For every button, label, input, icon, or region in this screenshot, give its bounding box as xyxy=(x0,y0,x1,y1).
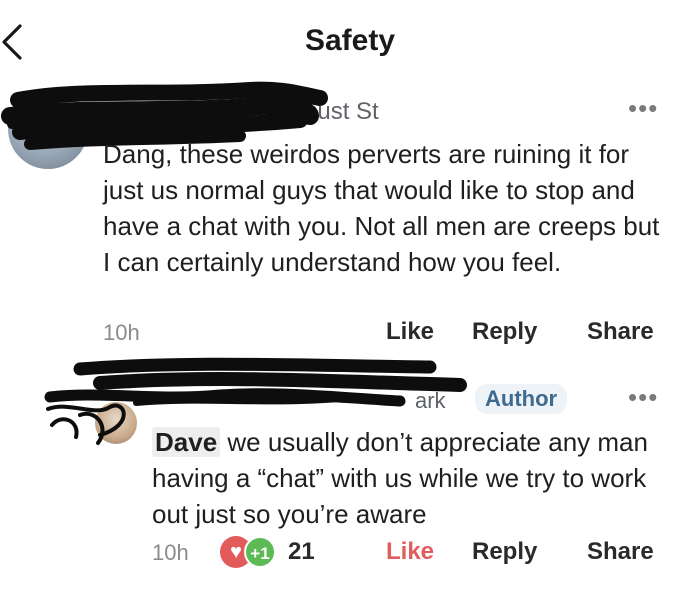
user-mention[interactable]: Dave xyxy=(152,427,221,457)
plus-one-reaction-icon: +1 xyxy=(244,536,276,568)
share-button[interactable]: Share xyxy=(587,538,654,566)
comment-timestamp: 10h xyxy=(103,320,140,345)
comment-author[interactable]: ocust St xyxy=(292,98,379,126)
avatar[interactable] xyxy=(95,402,137,444)
avatar[interactable] xyxy=(8,89,88,169)
comment-author[interactable]: ark xyxy=(415,388,446,414)
reply-button[interactable]: Reply xyxy=(472,538,537,566)
reply-button[interactable]: Reply xyxy=(472,318,537,346)
comment-actions: 10h Like Reply Share xyxy=(0,536,700,570)
comment-actions: 10h Like Reply Share xyxy=(0,318,700,348)
comment-text: Dang, these weirdos perverts are ruining… xyxy=(103,139,660,277)
more-options-icon[interactable]: ••• xyxy=(628,93,658,124)
comment-body: we usually don’t appreciate any man havi… xyxy=(152,427,648,529)
like-button[interactable]: Like xyxy=(386,318,434,346)
page-title: Safety xyxy=(304,24,396,57)
comment-timestamp: 10h xyxy=(152,540,189,565)
more-options-icon[interactable]: ••• xyxy=(628,382,658,413)
reaction-count: 21 xyxy=(288,538,315,565)
page-header: Safety xyxy=(0,0,700,84)
author-badge: Author xyxy=(475,384,568,414)
share-button[interactable]: Share xyxy=(587,318,654,346)
like-button[interactable]: Like xyxy=(386,538,434,566)
comment-text: Dave we usually don’t appreciate any man… xyxy=(152,424,652,532)
